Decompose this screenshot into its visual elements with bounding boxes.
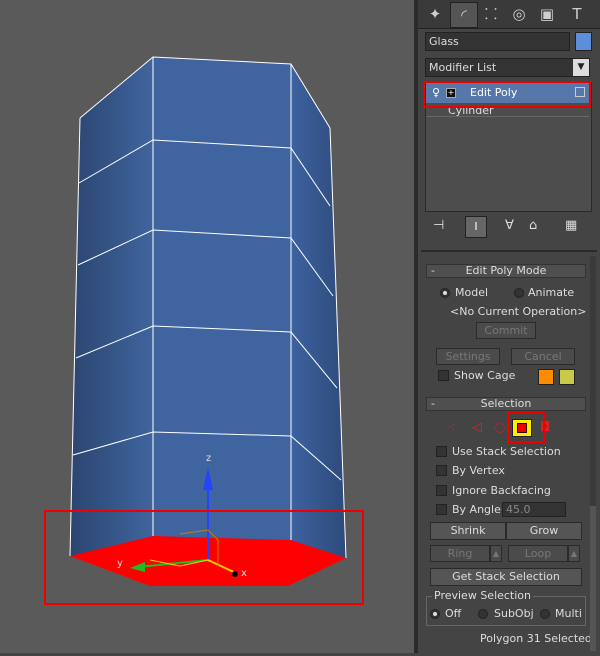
object-name-field[interactable]: Glass (425, 32, 570, 51)
by-angle-checkbox[interactable] (436, 504, 447, 515)
current-operation-label: <No Current Operation> (450, 305, 587, 318)
cage-color-swatch-2[interactable] (559, 369, 575, 385)
highlight-edit-poly (423, 81, 591, 108)
rollout-selection[interactable]: - Selection (426, 397, 586, 411)
preview-selection-label: Preview Selection (432, 589, 534, 602)
ignore-backfacing-checkbox[interactable] (436, 485, 447, 496)
by-vertex-label: By Vertex (452, 464, 505, 477)
model-radio[interactable] (440, 288, 450, 298)
scrollbar-thumb[interactable] (590, 506, 596, 651)
viewport[interactable]: z y x (0, 0, 414, 653)
create-tab-icon[interactable]: ✦ (422, 2, 448, 26)
selection-status: Polygon 31 Selected (480, 632, 592, 645)
preview-multi-label: Multi (555, 607, 582, 620)
shrink-button[interactable]: Shrink (430, 522, 506, 540)
loop-button[interactable]: Loop (508, 545, 568, 562)
rollout-title: Selection (480, 397, 532, 410)
preview-off-label: Off (445, 607, 462, 620)
modifier-list-label: Modifier List (429, 61, 497, 74)
vertex-icon[interactable]: ⁖ (448, 421, 455, 435)
by-vertex-checkbox[interactable] (436, 465, 447, 476)
settings-button[interactable]: Settings (436, 348, 500, 365)
display-tab-icon[interactable]: ▣ (534, 2, 560, 26)
ignore-backfacing-label: Ignore Backfacing (452, 484, 551, 497)
modifier-list-dropdown[interactable]: Modifier List ▼ (425, 58, 590, 77)
utilities-tab-icon[interactable]: T (564, 2, 590, 26)
model-label: Model (455, 286, 489, 299)
ring-spinner[interactable]: ▲ (490, 545, 502, 562)
rollout-title: Edit Poly Mode (465, 264, 547, 277)
commit-button[interactable]: Commit (476, 322, 536, 339)
object-color-swatch[interactable] (575, 32, 592, 51)
pin-stack-icon[interactable]: ⊣ (433, 218, 444, 233)
preview-subobj-label: SubObj (494, 607, 534, 620)
angle-input[interactable]: 45.0 (502, 502, 566, 517)
cylinder-face-front (153, 57, 291, 568)
gizmo-z-label: z (206, 453, 211, 464)
cylinder-face-right (291, 64, 346, 565)
border-icon[interactable]: ◌ (494, 420, 505, 435)
show-cage-checkbox[interactable] (438, 370, 449, 381)
highlight-polygon-icon (507, 411, 545, 443)
loop-spinner[interactable]: ▲ (568, 545, 580, 562)
remove-modifier-icon[interactable]: ⌂ (529, 218, 537, 233)
cylinder-face-left (70, 57, 153, 568)
edge-icon[interactable]: ◁ (472, 420, 482, 435)
animate-radio[interactable] (514, 288, 524, 298)
chevron-down-icon[interactable]: ▼ (573, 59, 589, 76)
highlight-selected-face (44, 510, 364, 605)
grow-button[interactable]: Grow (506, 522, 582, 540)
stack-tools: ⊣ I ∀ ⌂ ▦ (425, 216, 590, 238)
preview-subobj-radio[interactable] (478, 609, 488, 619)
ring-button[interactable]: Ring (430, 545, 490, 562)
make-unique-icon[interactable]: ∀ (505, 218, 514, 233)
animate-label: Animate (528, 286, 575, 299)
cancel-button[interactable]: Cancel (511, 348, 575, 365)
preview-off-radio[interactable] (430, 609, 440, 619)
use-stack-selection-label: Use Stack Selection (452, 445, 561, 458)
by-angle-label: By Angle: (452, 503, 505, 516)
preview-multi-radio[interactable] (540, 609, 550, 619)
show-cage-label: Show Cage (454, 369, 516, 382)
configure-sets-icon[interactable]: ▦ (565, 218, 577, 233)
panel-scrollbar[interactable] (590, 256, 596, 651)
rollout-edit-poly-mode[interactable]: - Edit Poly Mode (426, 264, 586, 278)
show-end-result-icon[interactable]: I (465, 216, 487, 238)
command-panel-tabs: ✦ ◜ ⸬ ◎ ▣ T (418, 0, 600, 29)
modify-tab-icon[interactable]: ◜ (450, 2, 478, 28)
use-stack-selection-checkbox[interactable] (436, 446, 447, 457)
hierarchy-tab-icon[interactable]: ⸬ (478, 2, 504, 26)
cage-color-swatch-1[interactable] (538, 369, 554, 385)
command-panel: ✦ ◜ ⸬ ◎ ▣ T Glass Modifier List ▼ ♀ + Ed… (418, 0, 600, 653)
motion-tab-icon[interactable]: ◎ (506, 2, 532, 26)
get-stack-selection-button[interactable]: Get Stack Selection (430, 568, 582, 586)
